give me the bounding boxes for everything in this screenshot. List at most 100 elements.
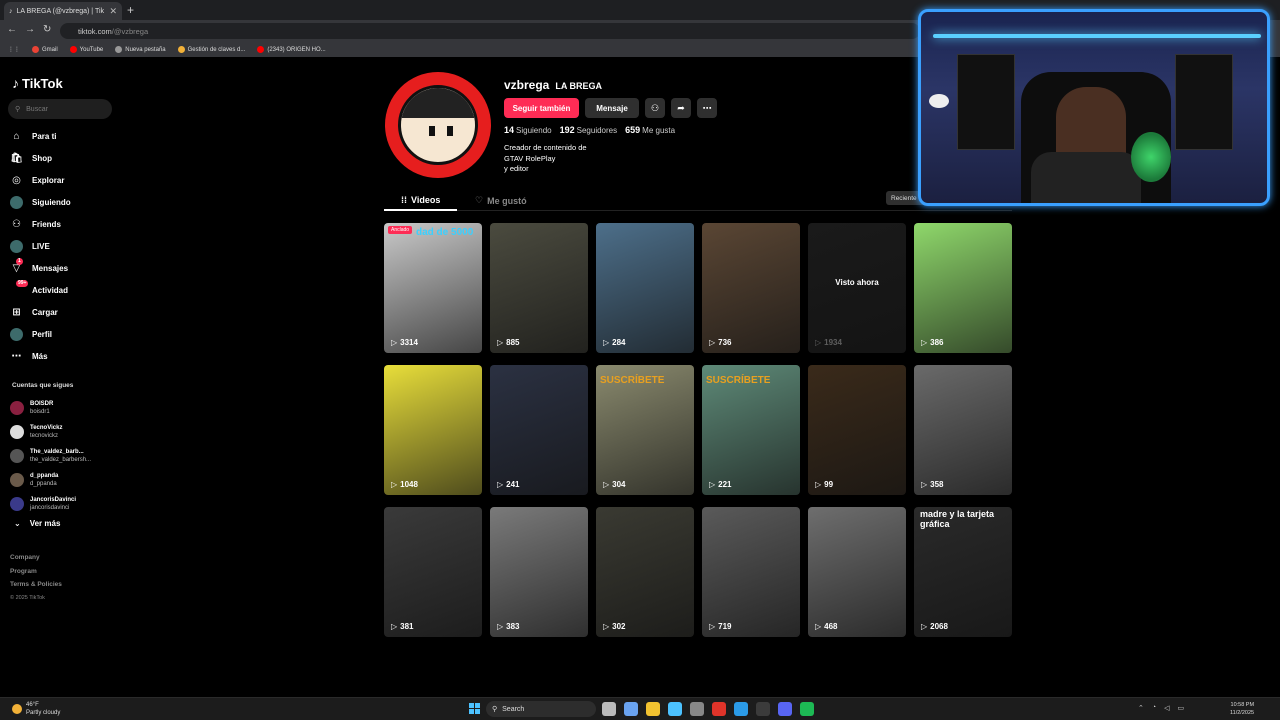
sidebar-item-friends[interactable]: ⚇ Friends (10, 213, 120, 235)
sidebar-item-label: Más (32, 351, 48, 361)
browser-tab[interactable]: ♪ LA BREGA (@vzbrega) | Tik ✕ (4, 2, 122, 20)
message-button[interactable]: Mensaje (585, 98, 639, 118)
followed-account[interactable]: BOISDR boisdr1 (10, 396, 120, 420)
new-tab-button[interactable]: + (127, 3, 134, 17)
weather-widget[interactable]: 46°F Partly cloudy (12, 701, 60, 717)
taskbar-app-icon[interactable] (756, 702, 770, 716)
sidebar-item-label: Para ti (32, 131, 57, 141)
sidebar-item-siguiendo[interactable]: Siguiendo (10, 191, 120, 213)
play-icon: ▷ (709, 338, 716, 347)
video-thumbnail[interactable]: ▷ 302 (596, 507, 694, 637)
tab-title: LA BREGA (@vzbrega) | Tik (16, 7, 105, 15)
footer-terms-link[interactable]: Terms & Policies (10, 578, 62, 592)
view-count: ▷ 383 (497, 622, 520, 631)
video-thumbnail[interactable]: ▷ 719 (702, 507, 800, 637)
reload-icon[interactable]: ↻ (43, 24, 51, 35)
taskbar-app-icon[interactable] (646, 702, 660, 716)
video-thumbnail[interactable]: ▷ 383 (490, 507, 588, 637)
sidebar-item-mensajes[interactable]: ▽ 1 Mensajes (10, 257, 120, 279)
volume-icon[interactable]: ◁ (1164, 704, 1169, 712)
sidebar-item-cargar[interactable]: ⊞ Cargar (10, 301, 120, 323)
bookmark-item[interactable]: Gmail (32, 46, 58, 53)
video-thumbnail[interactable]: ▷ 1048 (384, 365, 482, 495)
bookmark-label: Gmail (42, 46, 58, 53)
stat-siguiendo[interactable]: 14 Siguiendo (504, 125, 552, 135)
stat-label: Siguiendo (516, 126, 552, 135)
footer-program-link[interactable]: Program (10, 565, 62, 579)
video-thumbnail[interactable]: ▷ 358 (914, 365, 1012, 495)
profile-avatar[interactable] (385, 72, 491, 178)
video-thumbnail[interactable]: ▷ 381 (384, 507, 482, 637)
taskbar-clock[interactable]: 10:58 PM 11/2/2025 (1230, 701, 1254, 717)
sidebar-item-shop[interactable]: 🛍 Shop (10, 147, 120, 169)
bookmark-item[interactable]: (2343) ORIGEN HO... (257, 46, 326, 53)
taskbar-app-icon[interactable] (800, 702, 814, 716)
video-thumbnail[interactable]: ▷ 736 (702, 223, 800, 353)
bookmark-item[interactable]: YouTube (69, 46, 103, 53)
taskbar-app-icon[interactable] (778, 702, 792, 716)
battery-icon[interactable]: ▭ (1178, 704, 1185, 712)
video-thumbnail[interactable]: ▷ 241 (490, 365, 588, 495)
stat-me-gusta[interactable]: 659 Me gusta (625, 125, 675, 135)
tiktok-logo[interactable]: ♪ TikTok (12, 75, 63, 91)
view-count-value: 381 (400, 622, 414, 631)
sidebar-item-label: Actividad (32, 285, 69, 295)
share-icon[interactable]: ➦ (671, 98, 691, 118)
more-options-icon[interactable]: ⋯ (697, 98, 717, 118)
start-button-icon[interactable] (469, 703, 480, 714)
footer-company-link[interactable]: Company (10, 551, 62, 565)
search-input[interactable]: ⚲ Buscar (8, 99, 112, 119)
url-host: tiktok.com (78, 26, 112, 36)
video-thumbnail[interactable]: ▷ 284 (596, 223, 694, 353)
video-thumbnail[interactable]: ▷ 99 (808, 365, 906, 495)
video-thumbnail[interactable]: madre y la tarjeta gráfica ▷ 2068 (914, 507, 1012, 637)
sidebar-item-live[interactable]: LIVE (10, 235, 120, 257)
video-thumbnail[interactable]: ▷ 885 (490, 223, 588, 353)
tab-likes-label: Me gustó (487, 195, 527, 206)
play-icon: ▷ (603, 480, 610, 489)
video-thumbnail[interactable]: Anclado dad de 5000 ▷ 3314 (384, 223, 482, 353)
see-more-button[interactable]: ⌄ Ver más (14, 519, 60, 528)
taskbar-app-icon[interactable] (734, 702, 748, 716)
bookmark-item[interactable]: Gestión de claves d... (177, 46, 245, 53)
taskbar-app-icon[interactable] (624, 702, 638, 716)
video-thumbnail[interactable]: SUSCRÍBETE ▷ 221 (702, 365, 800, 495)
sidebar-item-explorar[interactable]: ◎ Explorar (10, 169, 120, 191)
taskbar-app-icon[interactable] (690, 702, 704, 716)
sidebar-item-más[interactable]: ⋯ Más (10, 345, 120, 367)
shop-icon: 🛍 (10, 152, 23, 164)
address-bar[interactable]: tiktok.com/@vzbrega (60, 23, 920, 39)
video-thumbnail[interactable]: ▷ 468 (808, 507, 906, 637)
apps-grid-icon[interactable]: ⋮⋮ (8, 46, 20, 53)
stat-seguidores[interactable]: 192 Seguidores (560, 125, 618, 135)
video-thumbnail[interactable]: SUSCRÍBETE ▷ 304 (596, 365, 694, 495)
back-arrow-icon[interactable]: ← (7, 24, 17, 35)
follow-back-button[interactable]: Seguir también (504, 98, 579, 118)
wifi-icon[interactable]: ◔ (1152, 704, 1156, 712)
sidebar-item-perfil[interactable]: Perfil (10, 323, 120, 345)
followed-account[interactable]: JancorisDavinci jancorisdavinci (10, 492, 120, 516)
add-friend-icon[interactable]: ⚇ (645, 98, 665, 118)
sidebar-item-para-ti[interactable]: ⌂ Para ti (10, 125, 120, 147)
forward-arrow-icon[interactable]: → (25, 24, 35, 35)
followed-account[interactable]: The_valdez_barb... the_valdez_barbersh... (10, 444, 120, 468)
tab-close-icon[interactable]: ✕ (109, 6, 117, 17)
sidebar-item-actividad[interactable]: 99+ Actividad (10, 279, 120, 301)
account-handle: jancorisdavinci (30, 505, 70, 511)
weather-desc: Partly cloudy (26, 710, 61, 716)
chevron-up-icon[interactable]: ⌃ (1138, 704, 1144, 712)
taskbar-app-icon[interactable] (712, 702, 726, 716)
followed-account[interactable]: d_ppanda d_ppanda (10, 468, 120, 492)
cartoon-face-image (398, 85, 478, 165)
tab-likes[interactable]: ♡ Me gustó (475, 195, 527, 206)
taskbar-app-icon[interactable] (668, 702, 682, 716)
view-count: ▷ 302 (603, 622, 626, 631)
bookmark-item[interactable]: Nueva pestaña (115, 46, 166, 53)
taskbar-search[interactable]: ⚲ Search (486, 701, 596, 717)
video-thumbnail[interactable]: ▷ 386 (914, 223, 1012, 353)
taskbar-app-icon[interactable] (602, 702, 616, 716)
video-thumbnail[interactable]: Visto ahora ▷ 1934 (808, 223, 906, 353)
video-overlay-text: madre y la tarjeta gráfica (920, 509, 995, 529)
tab-videos[interactable]: ⁞⁞ Videos (401, 195, 440, 205)
followed-account[interactable]: TecnoVickz tecnovickz (10, 420, 120, 444)
